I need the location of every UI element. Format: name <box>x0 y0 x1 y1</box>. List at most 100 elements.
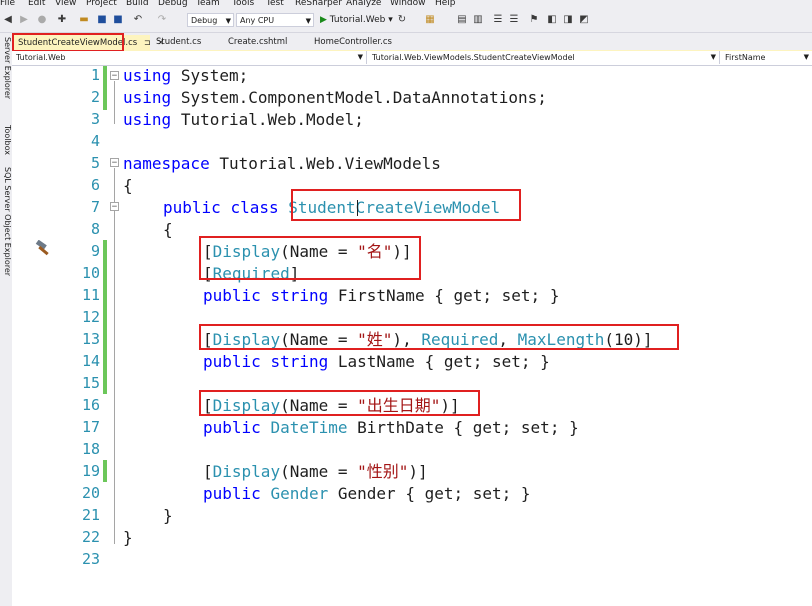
highlight-birthdate-attr <box>199 390 480 416</box>
menu-bar: File Edit View Project Build Debug Team … <box>0 0 812 10</box>
chevron-down-icon: ▼ <box>803 53 809 61</box>
tab-highlight-box <box>12 33 124 52</box>
navigation-bar: Tutorial.Web ▼ Tutorial.Web.ViewModels.St… <box>12 51 812 66</box>
toggle-icon[interactable]: ▤ <box>456 14 468 26</box>
code-line-22: } <box>123 528 133 547</box>
menu-test[interactable]: Test <box>266 0 284 8</box>
member-dropdown[interactable]: FirstName ▼ <box>721 51 812 64</box>
tab-create-cshtml[interactable]: Create.cshtml <box>224 35 291 50</box>
line-number: 5 <box>90 154 100 172</box>
config-select[interactable]: Debug ▼ <box>187 13 234 27</box>
line-number: 8 <box>90 220 100 238</box>
code-line-1: using System; <box>123 66 249 85</box>
save-icon[interactable]: ■ <box>96 14 108 26</box>
prev-bookmark-icon[interactable]: ◧ <box>546 14 558 26</box>
menu-help[interactable]: Help <box>435 0 456 8</box>
open-folder-icon[interactable]: ▬ <box>78 14 90 26</box>
fold-toggle[interactable]: − <box>110 158 119 168</box>
circle-icon[interactable]: ● <box>36 14 48 26</box>
fold-toggle[interactable]: − <box>110 71 119 81</box>
document-tab-bar: StudentCreateViewModel.cs ⊐ ✕ Student.cs… <box>12 33 812 52</box>
code-line-17: public DateTime BirthDate { get; set; } <box>203 418 579 437</box>
back-icon[interactable]: ◀ <box>2 14 14 26</box>
fold-guide <box>114 168 115 544</box>
highlight-class-name <box>291 189 521 221</box>
line-number: 14 <box>81 352 100 370</box>
project-dropdown[interactable]: Tutorial.Web ▼ <box>12 51 367 64</box>
line-number: 22 <box>81 528 100 546</box>
line-number: 16 <box>81 396 100 414</box>
code-line-11: public string FirstName { get; set; } <box>203 286 560 305</box>
line-number: 17 <box>81 418 100 436</box>
change-bar <box>103 240 107 394</box>
menu-window[interactable]: Window <box>390 0 426 8</box>
refresh-icon[interactable]: ↻ <box>396 14 408 26</box>
line-number: 21 <box>81 506 100 524</box>
menu-debug[interactable]: Debug <box>158 0 188 8</box>
line-number: 20 <box>81 484 100 502</box>
forward-icon[interactable]: ▶ <box>18 14 30 26</box>
uncomment-icon[interactable]: ☰ <box>508 14 520 26</box>
line-number: 18 <box>81 440 100 458</box>
menu-file[interactable]: File <box>0 0 15 8</box>
line-number: 12 <box>81 308 100 326</box>
server-explorer-tab[interactable]: Server Explorer <box>0 37 12 99</box>
line-number: 2 <box>90 88 100 106</box>
highlight-lastname-attrs <box>199 324 679 350</box>
sql-server-object-explorer-tab[interactable]: SQL Server Object Explorer <box>0 167 12 276</box>
bookmark-icon[interactable]: ⚑ <box>528 14 540 26</box>
line-number: 9 <box>90 242 100 260</box>
change-bar <box>103 460 107 482</box>
code-line-21: } <box>163 506 173 525</box>
line-number: 10 <box>81 264 100 282</box>
chevron-down-icon: ▼ <box>225 17 231 25</box>
fold-toggle[interactable]: − <box>110 202 119 212</box>
comment-icon[interactable]: ☰ <box>492 14 504 26</box>
play-icon: ▶ <box>320 15 327 25</box>
line-number: 1 <box>90 66 100 84</box>
code-line-14: public string LastName { get; set; } <box>203 352 550 371</box>
chevron-down-icon: ▼ <box>305 17 311 25</box>
save-all-icon[interactable]: ■ <box>112 14 124 26</box>
menu-view[interactable]: View <box>55 0 76 8</box>
toolbox-tab[interactable]: Toolbox <box>0 125 12 155</box>
menu-tools[interactable]: Tools <box>232 0 254 8</box>
browser-link-icon[interactable]: ▦ <box>424 14 436 26</box>
menu-team[interactable]: Team <box>196 0 220 8</box>
quick-action-hammer-icon[interactable] <box>33 239 51 258</box>
start-button[interactable]: ▶ Tutorial.Web ▾ <box>320 14 393 26</box>
change-bar <box>103 66 107 110</box>
menu-analyze[interactable]: Analyze <box>346 0 381 8</box>
next-bookmark-icon[interactable]: ◨ <box>562 14 574 26</box>
code-line-6: { <box>123 176 133 195</box>
clear-bookmarks-icon[interactable]: ◩ <box>578 14 590 26</box>
highlight-display-required <box>199 236 421 280</box>
fold-guide <box>114 81 115 124</box>
code-line-19: [Display(Name = "性别")] <box>203 462 428 481</box>
menu-build[interactable]: Build <box>126 0 149 8</box>
line-number: 23 <box>81 550 100 568</box>
menu-project[interactable]: Project <box>86 0 117 8</box>
line-number: 11 <box>81 286 100 304</box>
type-dropdown[interactable]: Tutorial.Web.ViewModels.StudentCreateVie… <box>368 51 720 64</box>
line-number: 7 <box>90 198 100 216</box>
undo-icon[interactable]: ↶ <box>132 14 144 26</box>
tab-student[interactable]: Student.cs <box>152 35 205 50</box>
line-number: 6 <box>90 176 100 194</box>
pin-icon[interactable]: ⊐ <box>144 38 151 47</box>
code-line-3: using Tutorial.Web.Model; <box>123 110 364 129</box>
menu-edit[interactable]: Edit <box>28 0 45 8</box>
glyph-margin <box>12 66 33 606</box>
line-number: 19 <box>81 462 100 480</box>
platform-select[interactable]: Any CPU ▼ <box>236 13 314 27</box>
format-icon[interactable]: ▥ <box>472 14 484 26</box>
menu-resharper[interactable]: ReSharper <box>295 0 342 8</box>
tab-home-controller[interactable]: HomeController.cs <box>310 35 396 50</box>
code-line-8: { <box>163 220 173 239</box>
code-line-20: public Gender Gender { get; set; } <box>203 484 531 503</box>
line-number: 3 <box>90 110 100 128</box>
code-line-2: using System.ComponentModel.DataAnnotati… <box>123 88 547 107</box>
code-line-5: namespace Tutorial.Web.ViewModels <box>123 154 441 173</box>
new-project-icon[interactable]: ✚ <box>56 14 68 26</box>
redo-icon[interactable]: ↷ <box>156 14 168 26</box>
